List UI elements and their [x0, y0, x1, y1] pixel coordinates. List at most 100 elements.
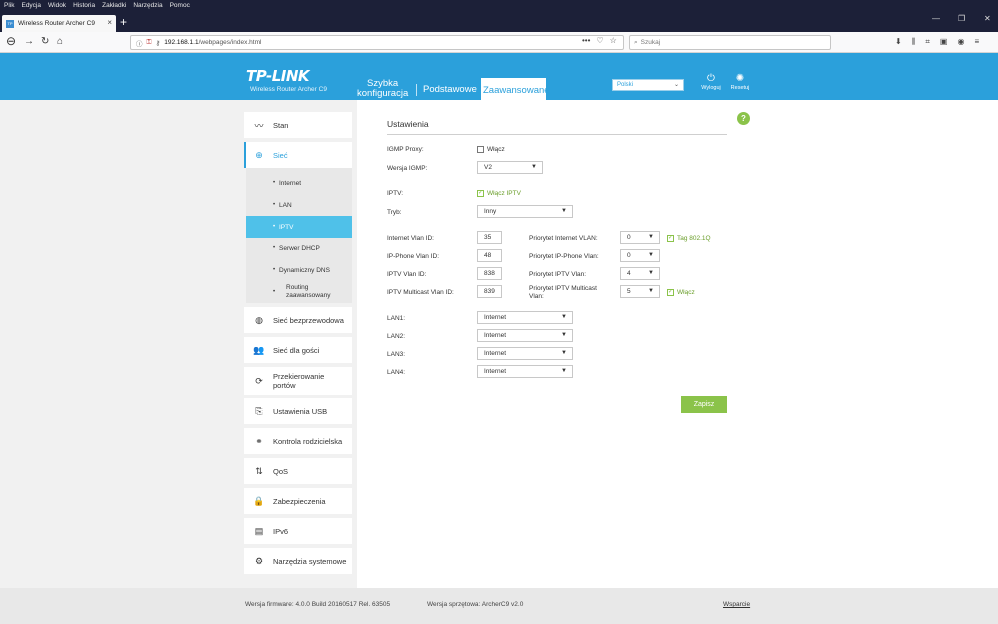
prio-multicast-label: Priorytet IPTV Multicast Vlan:: [529, 285, 597, 300]
menu-view[interactable]: Widok: [48, 2, 66, 9]
forward-icon[interactable]: →: [24, 36, 34, 48]
iptv-vlan-input[interactable]: 838: [477, 267, 502, 280]
minimize-icon[interactable]: —: [932, 14, 940, 23]
menu-help[interactable]: Pomoc: [170, 2, 190, 9]
hardware-version: Wersja sprzętowa: ArcherC9 v2.0: [427, 601, 524, 608]
prio-phone-select[interactable]: 0 ▼: [620, 249, 660, 262]
firmware-version: Wersja firmware: 4.0.0 Build 20160517 Re…: [245, 601, 391, 608]
tab-close-icon[interactable]: ×: [107, 18, 112, 27]
reload-icon[interactable]: ↻: [41, 36, 49, 48]
submenu-lan[interactable]: LAN: [246, 194, 352, 216]
url-host: 192.168.1.1: [164, 39, 199, 46]
browser-navbar: ⊖ → ↻ ⌂ ⓘ ⚿ ⚷ 192.168.1.1/webpages/index…: [0, 32, 998, 53]
router-header: TP-LINK Wireless Router Archer C9 Szybka…: [0, 53, 998, 100]
tag-8021q-checkbox[interactable]: ✓: [667, 235, 674, 242]
sidebar-item-network[interactable]: ⊕ Sieć: [244, 142, 352, 168]
sidebar-item-wireless[interactable]: ◍ Sieć bezprzewodowa: [244, 307, 352, 333]
help-button[interactable]: ?: [737, 112, 750, 125]
menu-history[interactable]: Historia: [73, 2, 95, 9]
lan4-select[interactable]: Internet ▼: [477, 365, 573, 378]
search-icon: ⌕: [634, 38, 638, 46]
prio-internet-select[interactable]: 0 ▼: [620, 231, 660, 244]
downloads-icon[interactable]: ⬇: [895, 37, 902, 47]
prio-iptv-label: Priorytet IPTV Vlan:: [529, 271, 587, 278]
mode-label: Tryb:: [387, 209, 402, 216]
submenu-dhcp-server[interactable]: Serwer DHCP: [246, 237, 352, 259]
lan1-select[interactable]: Internet ▼: [477, 311, 573, 324]
sidebar-item-qos[interactable]: ⇅ QoS: [244, 458, 352, 484]
internet-vlan-label: Internet Vlan ID:: [387, 235, 434, 242]
sidebar-item-usb[interactable]: ⎘ Ustawienia USB: [244, 398, 352, 424]
search-bar[interactable]: ⌕ Szukaj: [629, 35, 831, 50]
footer: Wersja firmware: 4.0.0 Build 20160517 Re…: [0, 588, 998, 624]
menu-edit[interactable]: Edycja: [21, 2, 41, 9]
igmp-proxy-check-label: Włącz: [487, 146, 505, 153]
reader-icon[interactable]: ▣: [940, 37, 948, 47]
igmp-proxy-checkbox[interactable]: [477, 146, 484, 153]
maximize-icon[interactable]: ❐: [958, 14, 965, 23]
reset-icon: ✺: [735, 73, 745, 84]
nav-separator: [416, 84, 417, 96]
bookmark-star-icon[interactable]: ☆: [610, 36, 617, 45]
multicast-vlan-label: IPTV Multicast Vlan ID:: [387, 289, 454, 296]
browser-menubar: Plik Edycja Widok Historia Zakładki Narz…: [0, 0, 998, 11]
submenu-ddns[interactable]: Dynamiczny DNS: [246, 259, 352, 281]
nav-advanced[interactable]: Zaawansowane: [481, 78, 550, 100]
menu-file[interactable]: Plik: [4, 2, 14, 9]
sidebar-item-port-forwarding[interactable]: ⟳ Przekierowanie portów: [244, 367, 352, 395]
page-body: 〰Stan ⊕Sieć Internet LAN IPTV Serwer DHC…: [0, 100, 998, 588]
new-tab-icon[interactable]: +: [120, 15, 127, 29]
window-close-icon[interactable]: ✕: [984, 14, 991, 23]
chevron-down-icon: ▼: [561, 332, 567, 338]
iptv-enable-checkbox[interactable]: ✓: [477, 190, 484, 197]
reset-button[interactable]: ✺ Resetuj: [726, 73, 754, 91]
page-actions-icon[interactable]: •••: [582, 36, 590, 45]
browser-tab[interactable]: TP Wireless Router Archer C9 ×: [2, 15, 116, 32]
wireless-icon: ◍: [255, 314, 263, 325]
sidebar-item-ipv6[interactable]: ▤ IPv6: [244, 518, 352, 544]
globe-icon: ⊕: [255, 149, 263, 160]
sidebar-item-security[interactable]: 🔒 Zabezpieczenia: [244, 488, 352, 514]
site-info-icon[interactable]: ⓘ: [136, 38, 143, 48]
igmp-version-select[interactable]: V2 ▼: [477, 161, 543, 174]
back-icon[interactable]: ⊖: [6, 35, 16, 47]
screenshot-icon[interactable]: ⌗: [925, 37, 930, 47]
prio-phone-label: Priorytet IP-Phone Vlan:: [529, 253, 599, 260]
submenu-advanced-routing[interactable]: Routingzaawansowany: [246, 281, 352, 303]
igmp-proxy-label: IGMP Proxy:: [387, 146, 424, 153]
prio-multicast-select[interactable]: 5 ▼: [620, 285, 660, 298]
home-icon[interactable]: ⌂: [57, 36, 63, 48]
menu-tools[interactable]: Narzędzia: [133, 2, 162, 9]
prio-iptv-select[interactable]: 4 ▼: [620, 267, 660, 280]
phone-vlan-input[interactable]: 48: [477, 249, 502, 262]
internet-vlan-input[interactable]: 35: [477, 231, 502, 244]
submenu-iptv[interactable]: IPTV: [246, 216, 352, 238]
menu-bookmarks[interactable]: Zakładki: [102, 2, 126, 9]
multicast-enable-checkbox[interactable]: ✓: [667, 289, 674, 296]
igmp-version-label: Wersja IGMP:: [387, 165, 428, 172]
support-link[interactable]: Wsparcie: [723, 601, 750, 608]
nav-quick-setup[interactable]: Szybka konfiguracja: [357, 79, 408, 98]
submenu-internet[interactable]: Internet: [246, 172, 352, 194]
language-select[interactable]: Polski ⌄: [612, 79, 684, 91]
hamburger-menu-icon[interactable]: ≡: [974, 37, 979, 47]
sidebar-item-status[interactable]: 〰 Stan: [244, 112, 352, 138]
multicast-vlan-input[interactable]: 839: [477, 285, 502, 298]
pocket-icon[interactable]: ♡: [596, 36, 603, 45]
chevron-down-icon: ▼: [561, 314, 567, 320]
url-bar[interactable]: ⓘ ⚿ ⚷ 192.168.1.1/webpages/index.html: [130, 35, 624, 50]
sidebar-item-guest-network[interactable]: 👥 Sieć dla gości: [244, 337, 352, 363]
chevron-down-icon: ▼: [648, 270, 654, 276]
lan2-select[interactable]: Internet ▼: [477, 329, 573, 342]
nav-basic[interactable]: Podstawowe: [423, 85, 477, 95]
iptv-vlan-label: IPTV Vlan ID:: [387, 271, 427, 278]
logout-button[interactable]: ⏻ Wyloguj: [697, 73, 725, 91]
library-icon[interactable]: ⫼: [912, 37, 916, 47]
insecure-lock-icon[interactable]: ⚿: [147, 39, 152, 47]
sync-icon[interactable]: ◉: [957, 37, 964, 47]
sidebar-item-parental[interactable]: ⚭ Kontrola rodzicielska: [244, 428, 352, 454]
save-button[interactable]: Zapisz: [681, 396, 727, 413]
mode-select[interactable]: Inny ▼: [477, 205, 573, 218]
lan3-select[interactable]: Internet ▼: [477, 347, 573, 360]
sidebar-item-system-tools[interactable]: ⚙ Narzędzia systemowe: [244, 548, 352, 574]
